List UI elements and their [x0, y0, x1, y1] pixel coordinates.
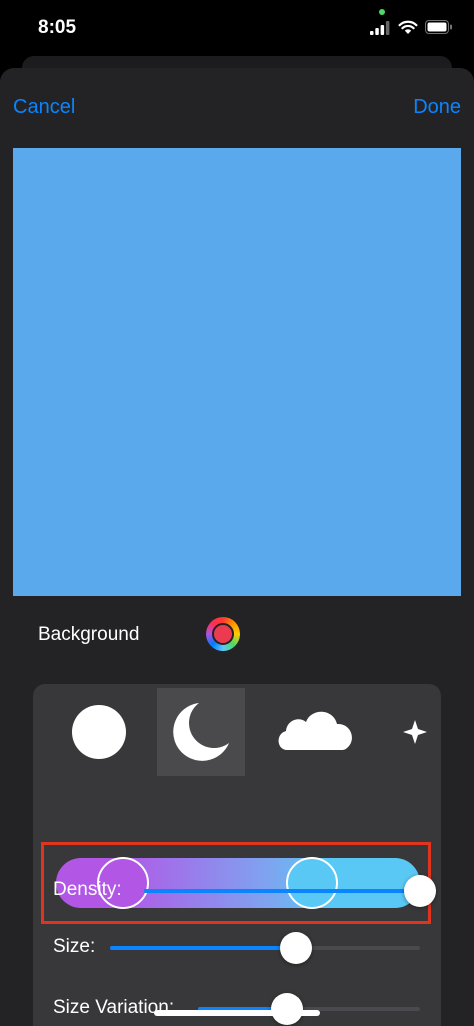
background-color-well[interactable]	[206, 617, 240, 651]
battery-icon	[425, 20, 452, 34]
shape-option-cloud[interactable]	[271, 688, 359, 776]
density-slider-fill	[144, 889, 420, 893]
density-slider-row: Density:	[53, 870, 436, 910]
selected-color-swatch	[212, 623, 234, 645]
density-slider-track[interactable]	[144, 875, 436, 907]
sparkle-icon	[403, 720, 427, 744]
background-label: Background	[38, 624, 140, 645]
done-button[interactable]: Done	[413, 96, 461, 119]
shape-picker	[33, 688, 441, 776]
wifi-icon	[398, 20, 418, 34]
background-row: Background	[38, 617, 438, 651]
signal-icon	[370, 21, 390, 35]
cloud-icon	[278, 711, 352, 750]
density-label: Density:	[53, 879, 122, 900]
shape-option-moon[interactable]	[157, 688, 245, 776]
size-slider-thumb[interactable]	[280, 932, 312, 964]
privacy-indicator-dot	[379, 9, 385, 15]
size-variation-slider-row: Size Variation:	[53, 988, 423, 1026]
moon-icon	[173, 703, 229, 761]
circle-icon	[72, 705, 126, 759]
size-slider-track[interactable]	[110, 932, 420, 964]
status-bar: 8:05	[0, 0, 474, 56]
size-slider-row: Size:	[53, 927, 423, 967]
pattern-preview	[13, 148, 461, 596]
size-label: Size:	[53, 936, 96, 957]
status-time: 8:05	[38, 17, 77, 38]
home-indicator	[154, 1010, 320, 1016]
shape-option-sparkle[interactable]	[389, 688, 441, 776]
shape-option-circle[interactable]	[55, 688, 143, 776]
cancel-button[interactable]: Cancel	[13, 96, 75, 119]
density-slider-thumb[interactable]	[404, 875, 436, 907]
size-slider-fill	[110, 946, 296, 950]
size-variation-slider-thumb[interactable]	[270, 993, 303, 1025]
editor-sheet: Cancel Done Background Density: Size: Si…	[0, 68, 474, 1026]
